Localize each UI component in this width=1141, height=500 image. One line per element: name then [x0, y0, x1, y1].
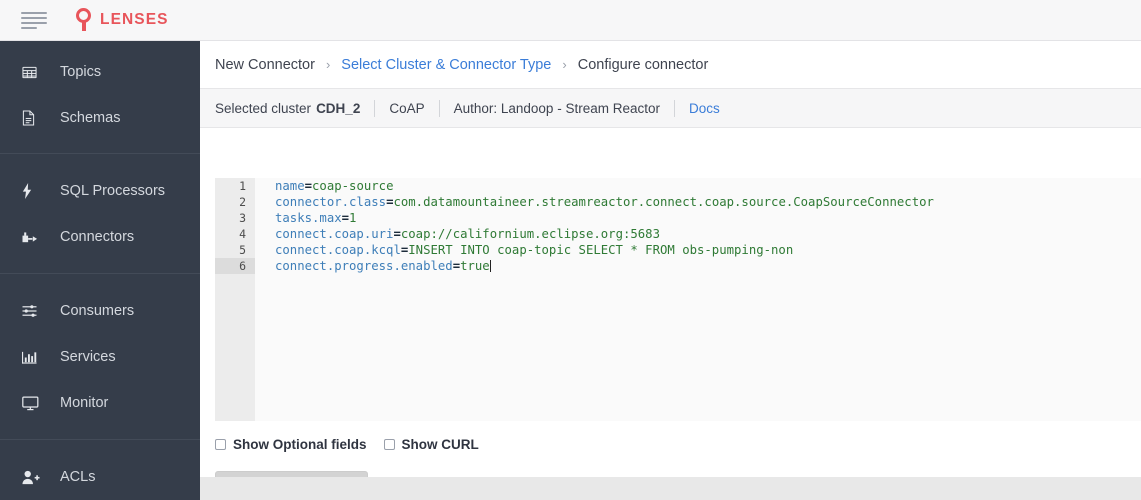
editor-gutter: 1 2 3 4 56 [215, 178, 255, 421]
sidebar-group-processing: SQL Processors Connectors [0, 153, 200, 273]
breadcrumb-item-select-cluster[interactable]: Select Cluster & Connector Type [341, 57, 551, 73]
editor-line[interactable]: name=coap-source [275, 178, 1141, 194]
config-key: connector.class [275, 195, 387, 209]
breadcrumb: New Connector › Select Cluster & Connect… [200, 41, 1141, 89]
breadcrumb-separator-icon: › [325, 57, 331, 72]
config-equals: = [341, 211, 350, 225]
table-icon [22, 63, 44, 81]
sidebar-item-services[interactable]: Services [0, 334, 200, 380]
top-bar: LENSES [0, 0, 1141, 41]
config-value: INSERT INTO coap-topic SELECT * FROM obs… [408, 243, 794, 257]
footer-bar [200, 477, 1141, 500]
breadcrumb-separator-icon: › [562, 57, 567, 72]
sidebar-item-connectors[interactable]: Connectors [0, 214, 200, 260]
editor-line[interactable]: connector.class=com.datamountaineer.stre… [275, 194, 1141, 210]
sidebar-item-topics[interactable]: Topics [0, 49, 200, 95]
sidebar-item-label: Connectors [60, 228, 135, 245]
config-value: true [460, 259, 490, 273]
sidebar-item-label: Topics [60, 63, 102, 80]
config-value: coap://californium.eclipse.org:5683 [400, 227, 660, 241]
selected-cluster-label: Selected cluster [215, 100, 312, 116]
monitor-icon [22, 394, 44, 412]
config-key: connect.coap.uri [275, 227, 394, 241]
brand-logo[interactable]: LENSES [75, 7, 169, 33]
config-value: coap-source [312, 179, 394, 193]
user-plus-icon [22, 468, 44, 486]
gutter-line-number: 1 [239, 179, 246, 193]
config-value: 1 [349, 211, 357, 225]
sidebar-item-acls[interactable]: ACLs [0, 454, 200, 500]
sidebar-item-sql-processors[interactable]: SQL Processors [0, 168, 200, 214]
editor-code-area[interactable]: name=coap-source connector.class=com.data… [255, 178, 1141, 421]
connector-info-bar: Selected cluster CDH_2 CoAP Author: Land… [200, 89, 1141, 128]
config-key: name [275, 179, 305, 193]
sidebar-item-monitor[interactable]: Monitor [0, 380, 200, 426]
selected-cluster-value: CDH_2 [316, 100, 361, 116]
sidebar-group-observability: Consumers Services Monitor [0, 273, 200, 439]
checkbox-box-icon [383, 439, 395, 450]
document-icon [22, 109, 44, 127]
show-curl-label: Show CURL [401, 437, 479, 452]
divider [374, 99, 376, 117]
sidebar-item-consumers[interactable]: Consumers [0, 288, 200, 334]
docs-link[interactable]: Docs [689, 101, 720, 116]
sliders-icon [22, 302, 44, 320]
sidebar-group-security: ACLs [0, 439, 200, 500]
brand-name: LENSES [100, 11, 169, 28]
breadcrumb-item-new-connector[interactable]: New Connector [215, 57, 315, 73]
connector-type-label: CoAP [389, 100, 425, 116]
gutter-line-number: 4 [239, 227, 246, 241]
sidebar-item-label: ACLs [60, 468, 96, 485]
config-key: connect.coap.kcql [275, 243, 401, 257]
config-key: tasks.max [275, 211, 342, 225]
config-key: connect.progress.enabled [275, 259, 453, 273]
show-curl-checkbox[interactable]: Show CURL [383, 437, 479, 452]
lens-logo-icon [75, 7, 93, 33]
hamburger-icon[interactable] [21, 11, 47, 29]
bolt-icon [22, 182, 44, 200]
config-value: com.datamountaineer.streamreactor.connec… [393, 195, 934, 209]
sidebar-item-schemas[interactable]: Schemas [0, 95, 200, 141]
config-equals: = [452, 259, 461, 273]
gutter-line-number: 5 [239, 243, 246, 257]
divider [673, 99, 675, 117]
sidebar-item-label: Schemas [60, 109, 121, 126]
sidebar-item-label: SQL Processors [60, 182, 166, 199]
editor-options: Show Optional fields Show CURL [215, 437, 479, 452]
gutter-line-number: 3 [239, 211, 246, 225]
sidebar-item-label: Monitor [60, 394, 109, 411]
sidebar-item-label: Services [60, 348, 116, 365]
show-optional-fields-checkbox[interactable]: Show Optional fields [215, 437, 367, 452]
config-equals: = [393, 227, 401, 241]
app-window: LENSES Topics Schemas SQL Processors Con… [0, 0, 1141, 500]
config-editor[interactable]: 123456 name=coap-source connector.class=c… [215, 178, 1141, 421]
divider [438, 99, 440, 117]
gutter-line-number: 2 [239, 195, 246, 209]
connector-author-label: Author: Landoop - Stream Reactor [453, 100, 660, 116]
editor-line[interactable]: connect.progress.enabled=true [275, 258, 1141, 274]
config-equals: = [304, 179, 313, 193]
sidebar-item-label: Consumers [60, 302, 135, 319]
editor-line[interactable]: tasks.max=1 [275, 210, 1141, 226]
editor-line[interactable]: connect.coap.kcql=INSERT INTO coap-topic… [275, 242, 1141, 258]
sidebar-group-data: Topics Schemas [0, 41, 200, 153]
editor-line[interactable]: connect.coap.uri=coap://californium.ecli… [275, 226, 1141, 242]
bar-chart-icon [22, 348, 44, 366]
sidebar: Topics Schemas SQL Processors Connectors… [0, 41, 200, 500]
breadcrumb-item-configure-connector: Configure connector [577, 56, 709, 73]
main-content: New Connector › Select Cluster & Connect… [200, 41, 1141, 500]
checkbox-box-icon [215, 439, 226, 450]
show-optional-fields-label: Show Optional fields [233, 437, 367, 452]
text-cursor [489, 260, 491, 272]
connector-icon [22, 228, 44, 246]
gutter-line-number: 6 [215, 258, 255, 274]
